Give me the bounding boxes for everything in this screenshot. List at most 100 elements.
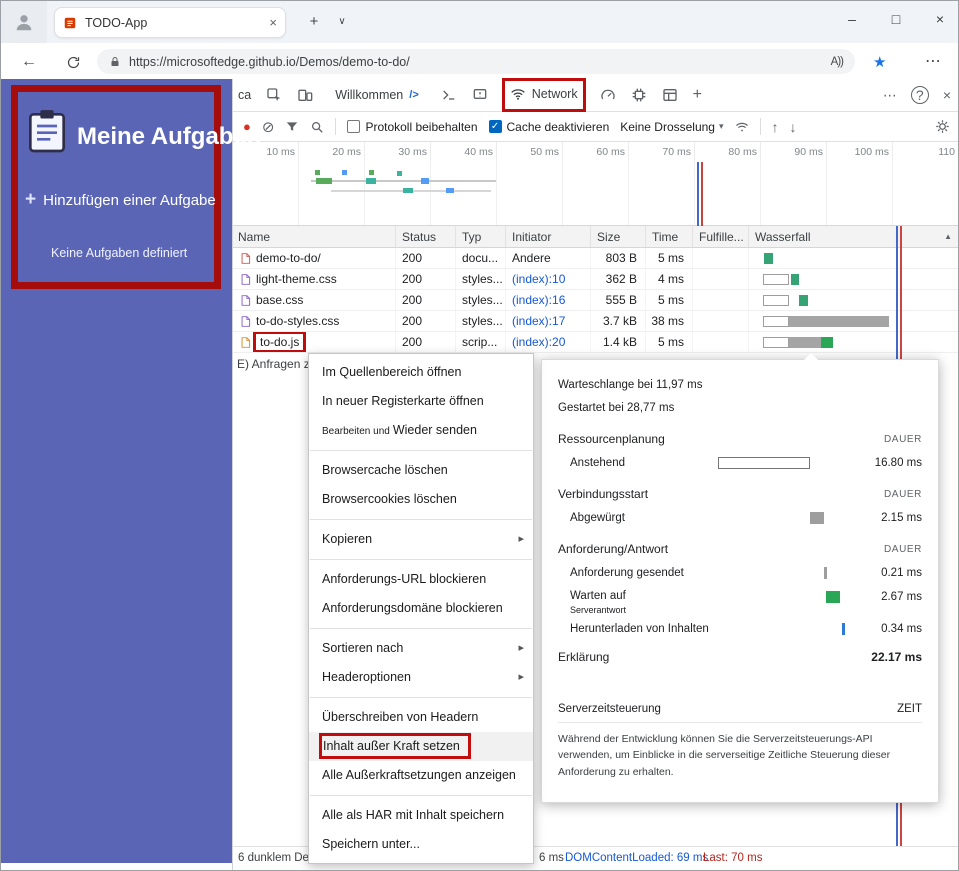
server-timing-label: Serverzeitsteuerung bbox=[558, 703, 661, 715]
request-time: 5 ms bbox=[646, 332, 693, 352]
menu-item-sort-by[interactable]: Sortieren nach▸ bbox=[309, 634, 533, 663]
request-initiator-link[interactable]: (index):16 bbox=[506, 290, 591, 310]
column-header-status[interactable]: Status bbox=[396, 226, 456, 247]
browser-menu-icon[interactable]: ⋯ bbox=[925, 51, 942, 71]
menu-item-clear-cache[interactable]: Browsercache löschen bbox=[309, 456, 533, 485]
issues-icon[interactable] bbox=[472, 87, 488, 103]
tab-partial[interactable]: ca bbox=[238, 88, 251, 102]
request-initiator-link[interactable]: (index):17 bbox=[506, 311, 591, 331]
menu-item-label: Kopieren bbox=[322, 532, 372, 546]
download-label: Herunterladen von Inhalten bbox=[570, 623, 709, 635]
menu-item-save-as[interactable]: Speichern unter... bbox=[309, 830, 533, 859]
new-tab-button[interactable]: + bbox=[304, 13, 324, 30]
menu-item-open-in-sources[interactable]: Im Quellenbereich öffnen bbox=[309, 358, 533, 387]
device-toolbar-icon[interactable] bbox=[297, 87, 313, 103]
console-icon[interactable] bbox=[441, 87, 457, 103]
request-sent-label: Anforderung gesendet bbox=[570, 567, 684, 579]
table-row[interactable]: demo-to-do/ 200 docu... Andere 803 B 5 m… bbox=[232, 248, 959, 269]
menu-item-header-options[interactable]: Headeroptionen▸ bbox=[309, 663, 533, 692]
refresh-button[interactable] bbox=[61, 51, 85, 73]
devtools-menu-icon[interactable]: ⋯ bbox=[883, 87, 897, 104]
menu-item-block-domain[interactable]: Anforderungsdomäne blockieren bbox=[309, 594, 533, 623]
column-header-typ[interactable]: Typ bbox=[456, 226, 506, 247]
column-header-time[interactable]: Time bbox=[646, 226, 693, 247]
menu-item-show-all-overrides[interactable]: Alle Außerkraftsetzungen anzeigen bbox=[309, 761, 533, 790]
menu-item-override-content[interactable]: Inhalt außer Kraft setzen bbox=[309, 732, 533, 761]
add-task-button[interactable]: + Hinzufügen einer Aufgabe bbox=[25, 189, 216, 211]
url-field[interactable]: https://microsoftedge.github.io/Demos/de… bbox=[97, 49, 855, 74]
statusbar-domcontentloaded: DOMContentLoaded: 69 ms bbox=[565, 852, 708, 864]
menu-item-override-headers[interactable]: Überschreiben von Headern bbox=[309, 703, 533, 732]
waiting-label: Warten auf bbox=[570, 590, 626, 602]
request-size: 803 B bbox=[591, 248, 646, 268]
clear-button[interactable]: ⊘ bbox=[262, 118, 275, 136]
browser-tab[interactable]: TODO-App × bbox=[54, 7, 286, 38]
more-tools-button[interactable]: + bbox=[693, 86, 702, 104]
server-timing-note: Während der Entwicklung können Sie die S… bbox=[558, 731, 922, 780]
waterfall-bar bbox=[791, 274, 799, 285]
request-type: scrip... bbox=[456, 332, 506, 352]
overview-dot bbox=[369, 170, 374, 175]
menu-item-edit-and-resend[interactable]: Bearbeiten undWieder senden bbox=[309, 416, 533, 445]
checkbox-checked[interactable]: ✓ bbox=[489, 120, 502, 133]
preserve-log-checkbox[interactable]: Protokoll beibehalten bbox=[347, 120, 477, 134]
memory-icon[interactable] bbox=[631, 87, 647, 103]
disable-cache-checkbox[interactable]: ✓ Cache deaktivieren bbox=[489, 120, 610, 134]
request-status: 200 bbox=[396, 248, 456, 268]
export-har-button[interactable]: ↓ bbox=[790, 119, 797, 135]
stylesheet-file-icon bbox=[240, 273, 251, 286]
profile-avatar-icon[interactable] bbox=[1, 1, 47, 43]
timing-tooltip: Warteschlange bei 11,97 ms Gestartet bei… bbox=[541, 359, 939, 803]
favorite-star-icon[interactable]: ★ bbox=[873, 53, 886, 71]
back-button[interactable]: ← bbox=[17, 51, 41, 73]
menu-item-save-har[interactable]: Alle als HAR mit Inhalt speichern bbox=[309, 801, 533, 830]
column-header-name[interactable]: Name bbox=[232, 226, 396, 247]
duration-header: DAUER bbox=[884, 489, 922, 500]
tab-welcome[interactable]: Willkommen /> bbox=[328, 79, 426, 111]
request-size: 3.7 kB bbox=[591, 311, 646, 331]
menu-item-block-url[interactable]: Anforderungs-URL blockieren bbox=[309, 565, 533, 594]
tab-network[interactable]: Network bbox=[503, 79, 585, 111]
menu-item-label: Headeroptionen bbox=[322, 670, 411, 684]
network-label: Network bbox=[532, 87, 578, 101]
network-settings-gear-icon[interactable] bbox=[935, 119, 950, 134]
column-header-size[interactable]: Size bbox=[591, 226, 646, 247]
waterfall-cell bbox=[749, 248, 959, 268]
column-header-fulfilled[interactable]: Fulfille... bbox=[693, 226, 749, 247]
table-row-selected[interactable]: to-do.js 200 scrip... (index):20 1.4 kB … bbox=[232, 332, 959, 353]
application-icon[interactable] bbox=[662, 87, 678, 103]
request-sent-value: 0.21 ms bbox=[881, 561, 922, 585]
filter-icon[interactable] bbox=[285, 120, 299, 134]
table-row[interactable]: light-theme.css 200 styles... (index):10… bbox=[232, 269, 959, 290]
request-initiator-link[interactable]: (index):10 bbox=[506, 269, 591, 289]
inspect-icon[interactable] bbox=[266, 87, 282, 103]
throttling-select[interactable]: Keine Drosselung ▾ bbox=[620, 120, 723, 134]
devtools-close-icon[interactable]: × bbox=[943, 87, 951, 103]
read-aloud-icon[interactable]: A)) bbox=[831, 56, 843, 68]
menu-item-open-in-new-tab[interactable]: In neuer Registerkarte öffnen bbox=[309, 387, 533, 416]
tab-close-icon[interactable]: × bbox=[269, 15, 277, 30]
network-conditions-icon[interactable] bbox=[735, 120, 749, 134]
table-row[interactable]: base.css 200 styles... (index):16 555 B … bbox=[232, 290, 959, 311]
close-button[interactable]: × bbox=[925, 11, 955, 27]
menu-item-clear-cookies[interactable]: Browsercookies löschen bbox=[309, 485, 533, 514]
overview-bar-segment bbox=[366, 178, 376, 184]
request-name: light-theme.css bbox=[256, 272, 337, 286]
minimize-button[interactable]: – bbox=[837, 11, 867, 27]
menu-item-copy[interactable]: Kopieren▸ bbox=[309, 525, 533, 554]
todo-title: Meine Aufgaben bbox=[77, 123, 261, 151]
column-header-waterfall[interactable]: Wasserfall ▲ bbox=[749, 226, 959, 247]
help-icon[interactable]: ? bbox=[911, 86, 929, 104]
search-icon[interactable] bbox=[310, 120, 324, 134]
tab-list-icon[interactable]: ∨ bbox=[332, 16, 352, 27]
request-initiator-link[interactable]: (index):20 bbox=[506, 332, 591, 352]
script-file-icon bbox=[240, 336, 251, 349]
performance-icon[interactable] bbox=[600, 87, 616, 103]
checkbox-unchecked[interactable] bbox=[347, 120, 360, 133]
maximize-button[interactable]: □ bbox=[881, 11, 911, 27]
table-row[interactable]: to-do-styles.css 200 styles... (index):1… bbox=[232, 311, 959, 332]
column-header-initiator[interactable]: Initiator bbox=[506, 226, 591, 247]
waterfall-bar bbox=[763, 337, 789, 348]
ruler-label: 70 ms bbox=[629, 142, 695, 162]
import-har-button[interactable]: ↑ bbox=[772, 119, 779, 135]
